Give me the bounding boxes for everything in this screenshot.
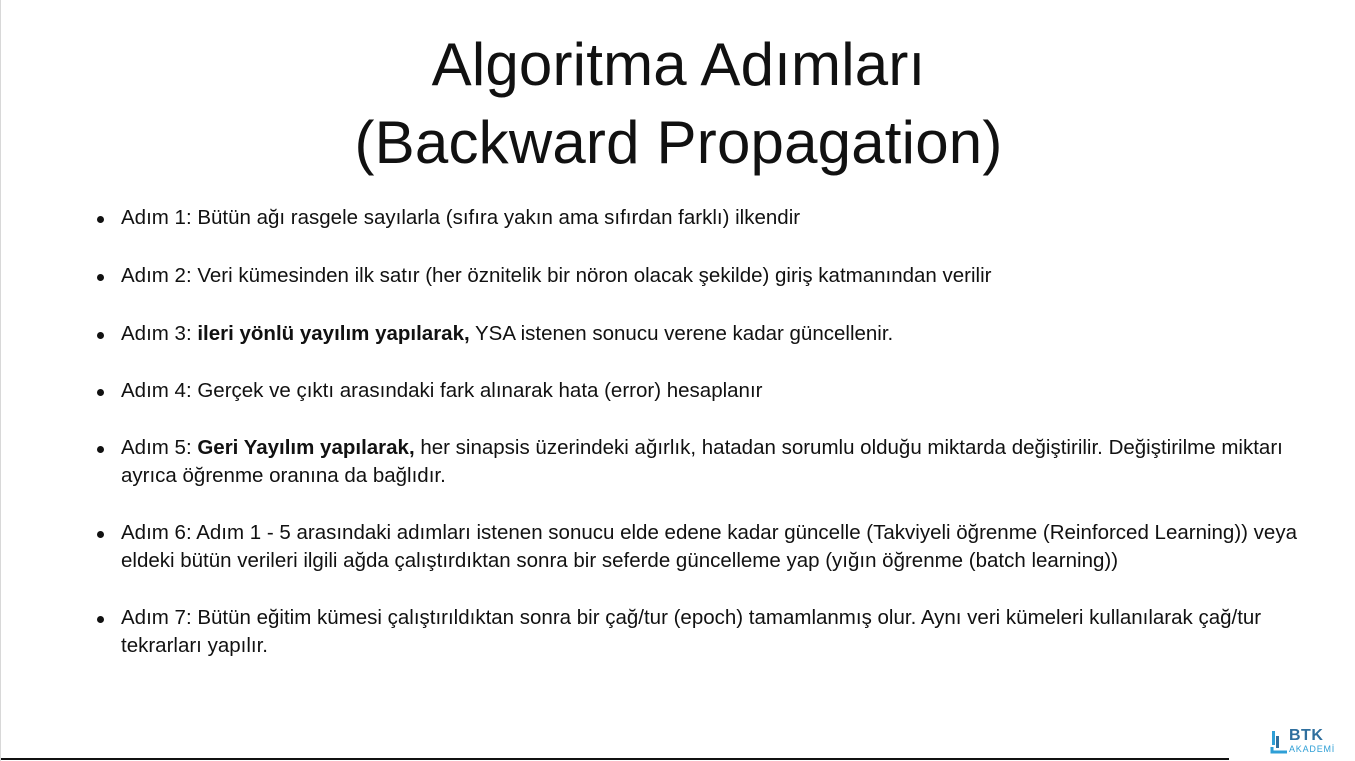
step-item-6: Adım 6: Adım 1 - 5 arasındaki adımları i… [95, 519, 1325, 575]
step-item-5: Adım 5: Geri Yayılım yapılarak, her sina… [95, 434, 1325, 490]
step-prefix: Adım 1: [121, 206, 198, 229]
step-prefix: Adım 4: [121, 379, 198, 402]
step-item-1: Adım 1: Bütün ağı rasgele sayılarla (sıf… [95, 204, 1325, 232]
slide-title-line-2: (Backward Propagation) [354, 109, 1003, 176]
step-prefix: Adım 7: [121, 606, 198, 629]
step-item-4: Adım 4: Gerçek ve çıktı arasındaki fark … [95, 377, 1325, 405]
step-item-7: Adım 7: Bütün eğitim kümesi çalıştırıldı… [95, 604, 1325, 660]
step-item-2: Adım 2: Veri kümesinden ilk satır (her ö… [95, 262, 1325, 290]
bullet-dot-icon [97, 216, 104, 223]
step-text: YSA istenen sonucu verene kadar güncelle… [469, 322, 894, 345]
step-text: Adım 1 - 5 arasındaki adımları istenen s… [121, 521, 1297, 572]
bullet-dot-icon [97, 274, 104, 281]
step-prefix: Adım 6: [121, 521, 197, 544]
step-bold-text: ileri yönlü yayılım yapılarak, [197, 322, 470, 345]
step-text: Gerçek ve çıktı arasındaki fark alınarak… [197, 379, 763, 402]
step-list: Adım 1: Bütün ağı rasgele sayılarla (sıf… [95, 204, 1325, 660]
slide-title: Algoritma Adımları (Backward Propagation… [1, 26, 1355, 182]
btk-akademi-logo-icon [1270, 731, 1287, 754]
step-prefix: Adım 2: [121, 264, 198, 287]
bullet-dot-icon [97, 332, 104, 339]
step-text: Veri kümesinden ilk satır (her öznitelik… [197, 264, 992, 287]
slide: Algoritma Adımları (Backward Propagation… [0, 0, 1355, 761]
bullet-dot-icon [97, 616, 104, 623]
bullet-dot-icon [97, 531, 104, 538]
step-prefix: Adım 3: [121, 322, 198, 345]
bottom-divider [1, 758, 1229, 760]
bullet-dot-icon [97, 389, 104, 396]
bullet-dot-icon [97, 446, 104, 453]
step-bold-text: Geri Yayılım yapılarak, [197, 436, 415, 459]
step-item-3: Adım 3: ileri yönlü yayılım yapılarak, Y… [95, 320, 1325, 348]
logo-subtitle: AKADEMİ [1289, 744, 1336, 754]
logo-name: BTK [1289, 727, 1324, 744]
step-text: Bütün eğitim kümesi çalıştırıldıktan son… [121, 606, 1262, 657]
btk-akademi-logo: BTK AKADEMİ [1269, 726, 1349, 758]
step-prefix: Adım 5: [121, 436, 198, 459]
step-text: Bütün ağı rasgele sayılarla (sıfıra yakı… [197, 206, 801, 229]
slide-title-line-1: Algoritma Adımları [431, 31, 926, 98]
